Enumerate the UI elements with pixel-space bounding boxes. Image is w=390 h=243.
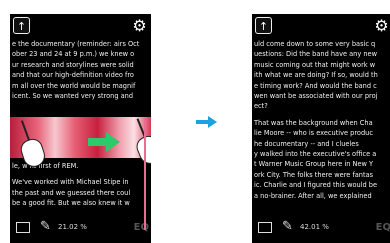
app-logo: EQ — [375, 222, 390, 233]
app-logo: EQ — [133, 222, 149, 233]
scroll-position-indicator — [144, 118, 146, 230]
back-button[interactable]: ↑ — [255, 17, 272, 34]
text-line: uestions: Did the band have any new — [254, 50, 377, 59]
text-line: ur research and storylines were solid — [12, 60, 134, 69]
text-line: That was the background when Cha — [254, 118, 373, 127]
text-line: icent. So we wanted very strong and — [12, 92, 134, 101]
text-line: ober 23 and 24 at 9 p.m.) we knew o — [12, 50, 135, 59]
pin-icon[interactable]: ✎ — [40, 219, 51, 234]
text-line: y walked into the executive's office a — [254, 150, 377, 159]
text-line: and that our high-definition video fro — [12, 71, 134, 80]
text-line: uld come down to some very basic q — [254, 40, 376, 48]
text-line: e the documentary (reminder: airs Oct — [12, 40, 140, 48]
text-line: ith what we are doing? If so, would th — [254, 71, 378, 80]
text-line: lie Moore -- who is executive produc — [254, 129, 373, 138]
bottom-toolbar: ✎ 42.01 % EQ — [252, 215, 390, 243]
settings-button[interactable]: ⚙ — [373, 17, 390, 34]
text-line: the past and we guessed there coul — [12, 188, 131, 197]
text-line: ork City. The folks there were fantas — [254, 170, 374, 179]
reading-progress: 42.01 % — [300, 223, 329, 231]
text-line: he documentary -- and I clueles — [254, 139, 359, 148]
back-button[interactable]: ↑ — [13, 17, 30, 34]
text-line: t Warner Music Group here in New Y — [254, 160, 374, 169]
settings-button[interactable]: ⚙ — [131, 17, 148, 34]
text-line: e timing work? And would the band c — [254, 81, 377, 90]
text-line: ic. Charlie and I figured this would be — [254, 181, 378, 190]
page-view-button[interactable] — [16, 222, 30, 233]
gear-icon: ⚙ — [132, 16, 147, 35]
page-view-button[interactable] — [258, 222, 272, 233]
text-line: wen want be associated with our proj — [254, 92, 378, 101]
reading-progress: 21.02 % — [58, 223, 87, 231]
text-line: be a good fit. But we also knew it w — [12, 199, 130, 208]
back-arrow-icon: ↑ — [16, 20, 27, 33]
text-line: ect? — [254, 102, 268, 111]
reader-screen-before: ↑ ⚙ e the documentary (reminder: airs Oc… — [10, 14, 151, 243]
reader-screen-after: ↑ ⚙ uld come down to some very basic q ue… — [252, 14, 390, 243]
article-text: uld come down to some very basic q uestio… — [252, 39, 390, 215]
text-line: m all over the world would be magnif — [12, 81, 136, 90]
gear-icon: ⚙ — [374, 16, 389, 35]
text-line: music coming out that might work w — [254, 60, 376, 69]
text-line: a no-brainer. After all, we explained — [254, 191, 372, 200]
back-arrow-icon: ↑ — [258, 20, 269, 33]
swipe-arrow-shaft — [88, 138, 108, 146]
bottom-toolbar: ✎ 21.02 % EQ — [10, 215, 151, 243]
swipe-arrow-icon — [106, 132, 120, 152]
text-line: We've worked with Michael Stipe in — [12, 178, 129, 187]
pin-icon[interactable]: ✎ — [282, 219, 293, 234]
